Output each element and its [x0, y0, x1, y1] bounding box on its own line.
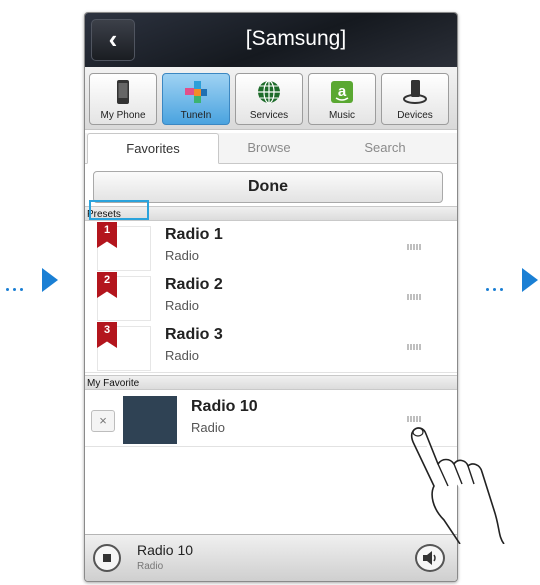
source-tunein[interactable]: TuneIn [162, 73, 230, 125]
source-my-phone[interactable]: My Phone [89, 73, 157, 125]
flow-arrow-right-icon [482, 262, 540, 298]
speaker-icon [423, 551, 436, 565]
back-arrow-icon: ‹ [108, 24, 118, 54]
source-music[interactable]: a Music [308, 73, 376, 125]
devices-icon [403, 80, 427, 104]
favorites-header: My Favorite [85, 375, 457, 390]
tab-favorites[interactable]: Favorites [87, 133, 219, 164]
favorite-title: Radio 10 [191, 398, 258, 415]
page-title: [Samsung] [245, 27, 347, 50]
tunein-icon [185, 81, 207, 103]
phone-icon [117, 80, 129, 104]
drag-handle-icon[interactable] [407, 344, 421, 350]
source-devices[interactable]: Devices [381, 73, 449, 125]
tab-bar: Favorites Browse Search [85, 133, 457, 164]
source-label: Music [328, 110, 356, 121]
favorite-row[interactable]: × Radio 10 Radio [85, 394, 457, 447]
source-label: My Phone [100, 110, 146, 121]
drag-handle-icon[interactable] [407, 244, 421, 250]
globe-icon [258, 80, 280, 104]
source-label: Devices [397, 110, 433, 121]
preset-row[interactable]: 2 Radio 2 Radio [85, 272, 457, 323]
title-bar: ‹ [Samsung] [85, 13, 457, 67]
now-playing-bar: Radio 10 Radio [85, 534, 457, 581]
drag-handle-icon[interactable] [407, 294, 421, 300]
presets-highlight [89, 200, 149, 220]
hand-pointer-icon [410, 427, 505, 544]
preset-title: Radio 1 [165, 226, 223, 243]
back-button[interactable]: ‹ [91, 19, 135, 61]
preset-subtitle: Radio [165, 248, 199, 263]
preset-title: Radio 2 [165, 276, 223, 293]
preset-subtitle: Radio [165, 298, 199, 313]
tab-browse[interactable]: Browse [219, 133, 319, 163]
flow-arrow-left-icon [2, 262, 60, 298]
volume-button[interactable] [415, 544, 445, 572]
now-playing-title: Radio 10 [137, 542, 194, 558]
stop-button[interactable] [93, 544, 121, 572]
preset-subtitle: Radio [165, 348, 199, 363]
now-playing-subtitle: Radio [137, 561, 164, 572]
source-bar: My Phone TuneIn Services a Music Devices [85, 67, 457, 130]
amazon-icon: a [331, 81, 353, 103]
done-button[interactable]: Done [93, 171, 443, 203]
favorite-artwork [123, 396, 177, 444]
tab-search[interactable]: Search [325, 133, 445, 163]
source-label: TuneIn [180, 110, 212, 121]
preset-row[interactable]: 1 Radio 1 Radio [85, 222, 457, 273]
source-label: Services [249, 110, 289, 121]
favorite-subtitle: Radio [191, 420, 225, 435]
phone-screen: ‹ [Samsung] My Phone TuneIn Services a M… [84, 12, 458, 582]
delete-icon[interactable]: × [91, 410, 115, 432]
source-services[interactable]: Services [235, 73, 303, 125]
drag-handle-icon[interactable] [407, 416, 421, 422]
preset-row[interactable]: 3 Radio 3 Radio [85, 322, 457, 373]
preset-title: Radio 3 [165, 326, 223, 343]
svg-text:a: a [338, 83, 347, 100]
